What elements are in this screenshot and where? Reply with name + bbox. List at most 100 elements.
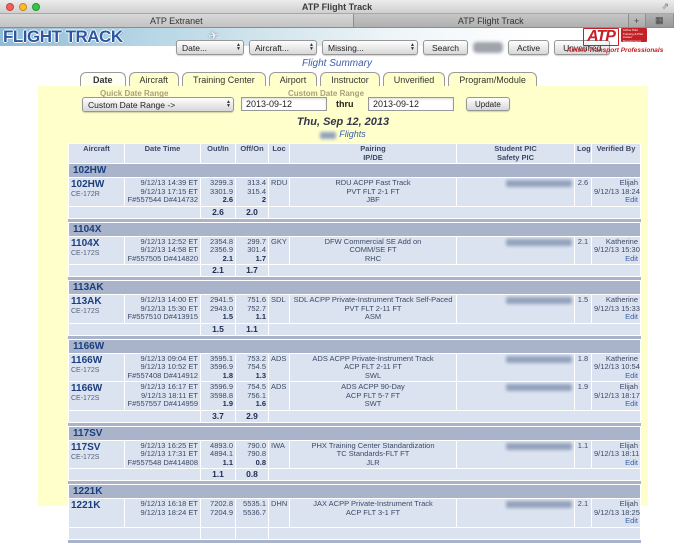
- header-log: Log: [575, 144, 592, 164]
- edit-link[interactable]: Edit: [625, 516, 638, 525]
- cell-pairing: ADS ACPP 90-DayACP FLT 5-7 FTSWT: [290, 382, 457, 411]
- edit-link[interactable]: Edit: [625, 399, 638, 408]
- edit-link[interactable]: Edit: [625, 371, 638, 380]
- edit-link[interactable]: Edit: [625, 458, 638, 467]
- filter-tab-bar: Date Aircraft Training Center Airport In…: [80, 70, 674, 86]
- cell-loc: ADS: [269, 353, 290, 382]
- redacted-student-name: [506, 384, 572, 391]
- table-header-row: Aircraft Date Time Out/In Off/On Loc Pai…: [69, 144, 641, 164]
- aircraft-id[interactable]: 1104X: [71, 238, 99, 249]
- cell-log: 2.6: [575, 178, 592, 207]
- flight-row: 117SVCE-172S9/12/13 16:25 ET9/12/13 17:3…: [69, 440, 641, 469]
- search-button[interactable]: Search: [423, 40, 468, 55]
- aircraft-id[interactable]: 1166W: [71, 355, 102, 366]
- cell-verified-by: Elijah9/12/13 18:24 ETEdit: [592, 178, 641, 207]
- cell-date-time: 9/12/13 14:00 ET9/12/13 15:30 ETF#557510…: [125, 295, 201, 324]
- cell-pairing: DFW Commercial SE Add onCOMM/SE FTRHC: [290, 236, 457, 265]
- tab-unverified[interactable]: Unverified: [383, 72, 446, 86]
- aircraft-id[interactable]: 117SV: [71, 442, 100, 453]
- flights-count-line: Flights: [38, 129, 648, 139]
- cell-verified-by: Elijah9/12/13 18:17 ETEdit: [592, 382, 641, 411]
- cell-off-on: 313.4315.42: [236, 178, 269, 207]
- cell-student-pic: [457, 236, 575, 265]
- aircraft-model: CE-172S: [71, 367, 99, 374]
- page-title: Flight Summary: [0, 58, 674, 70]
- new-tab-button[interactable]: +: [629, 14, 646, 27]
- header-verified-by: Verified By: [592, 144, 641, 164]
- cell-verified-by: Katherine9/12/13 15:33 ETEdit: [592, 295, 641, 324]
- aircraft-id[interactable]: 1166W: [71, 383, 102, 394]
- tab-training-center[interactable]: Training Center: [182, 72, 266, 86]
- date-from-input[interactable]: [241, 97, 327, 111]
- aircraft-model: CE-172S: [71, 250, 99, 257]
- cell-date-time: 9/12/13 12:52 ET9/12/13 14:58 ETF#557505…: [125, 236, 201, 265]
- group-totals-row: 1.51.1: [69, 323, 641, 335]
- redacted-student-name: [506, 501, 572, 508]
- header-off-on: Off/On: [236, 144, 269, 164]
- date-range-controls: Custom Date Range -> ▲▼ thru Update: [38, 97, 648, 114]
- cell-student-pic: [457, 353, 575, 382]
- tab-instructor[interactable]: Instructor: [320, 72, 380, 86]
- tab-aircraft[interactable]: Aircraft: [129, 72, 180, 86]
- header-out-in: Out/In: [201, 144, 236, 164]
- group-totals-row: [69, 527, 641, 539]
- date-range-select[interactable]: Custom Date Range -> ▲▼: [82, 97, 234, 112]
- cell-aircraft: 102HWCE-172R: [69, 178, 125, 207]
- update-button[interactable]: Update: [466, 97, 510, 111]
- redacted-student-name: [506, 239, 572, 246]
- cell-loc: ADS: [269, 382, 290, 411]
- edit-link[interactable]: Edit: [625, 312, 638, 321]
- zoom-button[interactable]: [32, 3, 40, 11]
- cell-loc: SDL: [269, 295, 290, 324]
- redacted-student-name: [506, 180, 572, 187]
- content-panel: Quick Date Range Custom Date Range Custo…: [38, 86, 648, 506]
- close-button[interactable]: [6, 3, 14, 11]
- flight-row: 1166WCE-172S9/12/13 16:17 ET9/12/13 18:1…: [69, 382, 641, 411]
- browser-tab-flight-track[interactable]: ATP Flight Track: [354, 14, 629, 27]
- edit-link[interactable]: Edit: [625, 254, 638, 263]
- redacted-button[interactable]: [473, 42, 503, 53]
- cell-log: 2.1: [575, 499, 592, 528]
- cell-loc: RDU: [269, 178, 290, 207]
- cell-out-in: 4893.04894.11.1: [201, 440, 236, 469]
- aircraft-id[interactable]: 102HW: [71, 179, 104, 190]
- header-student-pic: Student PICSafety PIC: [457, 144, 575, 164]
- tab-overview-icon[interactable]: ▦: [646, 14, 674, 27]
- fullscreen-icon[interactable]: ⇗: [661, 1, 669, 12]
- tab-date[interactable]: Date: [80, 72, 126, 86]
- missing-filter-select[interactable]: Missing... ▲▼: [322, 40, 418, 55]
- minimize-button[interactable]: [19, 3, 27, 11]
- cell-off-on: 5535.15536.7: [236, 499, 269, 528]
- cell-date-time: 9/12/13 09:04 ET9/12/13 10:52 ETF#557408…: [125, 353, 201, 382]
- cell-date-time: 9/12/13 14:39 ET9/12/13 17:15 ETF#557544…: [125, 178, 201, 207]
- cell-verified-by: Katherine9/12/13 15:30 ETEdit: [592, 236, 641, 265]
- flight-summary-table: Aircraft Date Time Out/In Off/On Loc Pai…: [68, 143, 641, 544]
- redacted-student-name: [506, 297, 572, 304]
- tab-program-module[interactable]: Program/Module: [448, 72, 537, 86]
- cell-pairing: PHX Training Center StandardizationTC St…: [290, 440, 457, 469]
- aircraft-model: CE-172S: [71, 395, 99, 402]
- cell-out-in: 3299.33301.92.6: [201, 178, 236, 207]
- cell-off-on: 753.2754.51.3: [236, 353, 269, 382]
- aircraft-model: CE-172R: [71, 191, 100, 198]
- header-date-time: Date Time: [125, 144, 201, 164]
- edit-link[interactable]: Edit: [625, 195, 638, 204]
- aircraft-id[interactable]: 113AK: [71, 296, 102, 307]
- date-to-input[interactable]: [368, 97, 454, 111]
- cell-student-pic: [457, 295, 575, 324]
- date-filter-select[interactable]: Date... ▲▼: [176, 40, 244, 55]
- atp-logo-tagline: Airline Transport Professionals: [560, 47, 670, 54]
- tab-airport[interactable]: Airport: [269, 72, 318, 86]
- active-button[interactable]: Active: [508, 40, 549, 55]
- cell-aircraft: 117SVCE-172S: [69, 440, 125, 469]
- total-out-in: 2.6: [201, 206, 236, 218]
- cell-out-in: 3596.93598.81.9: [201, 382, 236, 411]
- aircraft-filter-select[interactable]: Aircraft... ▲▼: [249, 40, 317, 55]
- aircraft-id[interactable]: 1221K: [71, 500, 100, 511]
- browser-tab-extranet[interactable]: ATP Extranet: [0, 14, 354, 27]
- flight-row: 113AKCE-172S9/12/13 14:00 ET9/12/13 15:3…: [69, 295, 641, 324]
- total-out-in: 2.1: [201, 265, 236, 277]
- aircraft-model: CE-172S: [71, 454, 99, 461]
- cell-aircraft: 1166WCE-172S: [69, 382, 125, 411]
- header-pairing: PairingIP/DE: [290, 144, 457, 164]
